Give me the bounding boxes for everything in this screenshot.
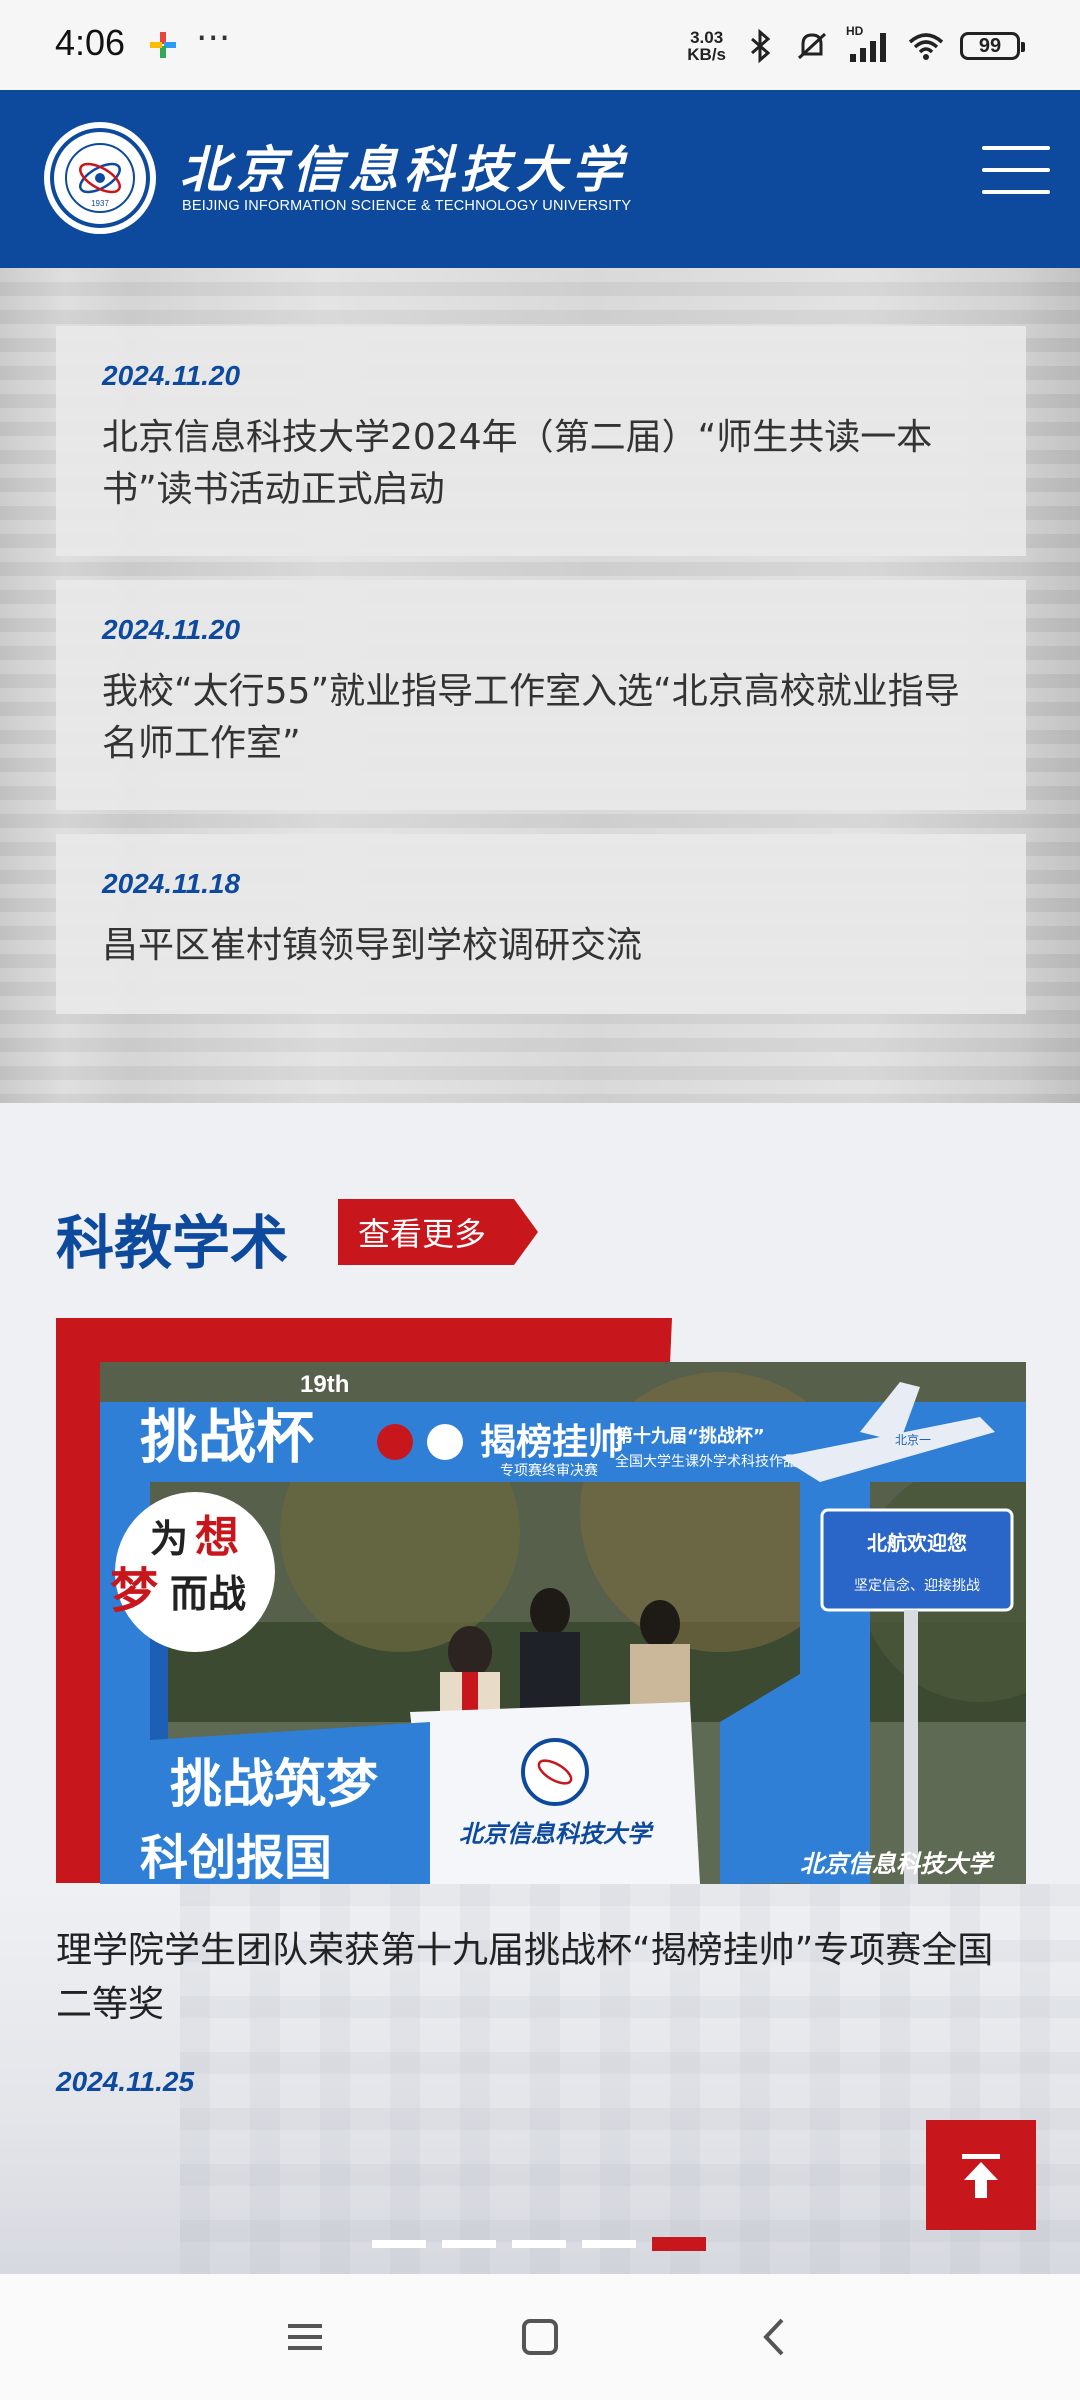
menu-button[interactable] <box>982 146 1050 194</box>
svg-text:1937: 1937 <box>91 199 109 208</box>
status-right: 3.03 KB/s HD 99 <box>687 24 1025 66</box>
news-title[interactable]: 昌平区崔村镇领导到学校调研交流 <box>102 920 980 972</box>
battery-icon: 99 <box>960 32 1025 60</box>
svg-text:为: 为 <box>150 1517 188 1561</box>
bluetooth-icon <box>751 28 771 64</box>
svg-text:梦: 梦 <box>110 1563 158 1619</box>
svg-text:挑战杯: 挑战杯 <box>140 1403 314 1471</box>
view-more-button[interactable]: 查看更多 <box>338 1199 538 1265</box>
news-item[interactable]: 2024.11.18 昌平区崔村镇领导到学校调研交流 <box>56 834 1026 1014</box>
carousel-indicators <box>372 2237 706 2251</box>
svg-text:揭榜挂帅: 揭榜挂帅 <box>480 1422 624 1463</box>
svg-text:北京一: 北京一 <box>895 1433 931 1447</box>
svg-text:想: 想 <box>195 1512 239 1563</box>
more-notifications-icon: ··· <box>196 18 231 59</box>
featured-photo[interactable]: 挑战杯 19th 揭榜挂帅 专项赛终审决赛 第十九届“挑战杯” 全国大学生课外学… <box>100 1362 1026 1884</box>
carousel-dot[interactable] <box>372 2240 426 2248</box>
svg-text:而战: 而战 <box>170 1572 246 1616</box>
news-date: 2024.11.18 <box>102 868 241 899</box>
university-name-cn[interactable]: 北京信息科技大学 <box>180 130 628 202</box>
system-navigation-bar <box>0 2274 1080 2400</box>
status-bar: 4:06 ··· 3.03 KB/s HD 99 <box>0 0 1080 90</box>
news-title[interactable]: 我校“太行55”就业指导工作室入选“北京高校就业指导名师工作室” <box>102 666 980 770</box>
svg-text:科创报国: 科创报国 <box>140 1830 332 1884</box>
featured-title[interactable]: 理学院学生团队荣获第十九届挑战杯“揭榜挂帅”专项赛全国二等奖 <box>56 1924 1026 2032</box>
carousel-dot[interactable] <box>442 2240 496 2248</box>
news-date: 2024.11.20 <box>102 614 241 645</box>
mute-icon <box>797 32 827 60</box>
wifi-icon <box>908 33 944 60</box>
signal-icon: HD <box>846 24 892 64</box>
home-button[interactable] <box>515 2312 565 2362</box>
university-name-en: BEIJING INFORMATION SCIENCE & TECHNOLOGY… <box>182 198 632 214</box>
chevron-left-icon <box>763 2318 784 2356</box>
square-icon <box>522 2319 558 2355</box>
featured-date: 2024.11.25 <box>56 2066 195 2097</box>
svg-text:专项赛终审决赛: 专项赛终审决赛 <box>500 1463 598 1479</box>
news-list-section: 2024.11.20 北京信息科技大学2024年（第二届）“师生共读一本书”读书… <box>0 268 1080 1103</box>
recent-apps-button[interactable] <box>280 2312 330 2362</box>
menu-lines-icon <box>288 2324 322 2350</box>
university-seal-logo[interactable]: 1937 <box>44 122 156 234</box>
carousel-dot-active[interactable] <box>652 2237 706 2251</box>
news-title[interactable]: 北京信息科技大学2024年（第二届）“师生共读一本书”读书活动正式启动 <box>102 412 980 516</box>
svg-text:挑战筑梦: 挑战筑梦 <box>170 1755 378 1815</box>
svg-text:19th: 19th <box>300 1371 349 1398</box>
svg-text:北航欢迎您: 北航欢迎您 <box>867 1531 967 1555</box>
news-item[interactable]: 2024.11.20 我校“太行55”就业指导工作室入选“北京高校就业指导名师工… <box>56 580 1026 810</box>
svg-text:第十九届“挑战杯”: 第十九届“挑战杯” <box>615 1425 765 1447</box>
arrow-up-icon <box>962 2154 1000 2198</box>
section-title: 科教学术 <box>56 1209 289 1277</box>
status-time: 4:06 <box>55 22 126 63</box>
svg-text:北京信息科技大学: 北京信息科技大学 <box>800 1849 995 1878</box>
carousel-dot[interactable] <box>512 2240 566 2248</box>
app-notification-icon <box>150 32 176 58</box>
back-button[interactable] <box>750 2312 800 2362</box>
news-date: 2024.11.20 <box>102 360 241 391</box>
svg-text:北京信息科技大学: 北京信息科技大学 <box>459 1819 654 1848</box>
back-to-top-button[interactable] <box>926 2120 1036 2230</box>
carousel-dot[interactable] <box>582 2240 636 2248</box>
network-speed: 3.03 KB/s <box>687 28 726 64</box>
news-item[interactable]: 2024.11.20 北京信息科技大学2024年（第二届）“师生共读一本书”读书… <box>56 326 1026 556</box>
svg-text:坚定信念、迎接挑战: 坚定信念、迎接挑战 <box>854 1577 980 1594</box>
site-header: 1937 北京信息科技大学 BEIJING INFORMATION SCIENC… <box>0 90 1080 268</box>
